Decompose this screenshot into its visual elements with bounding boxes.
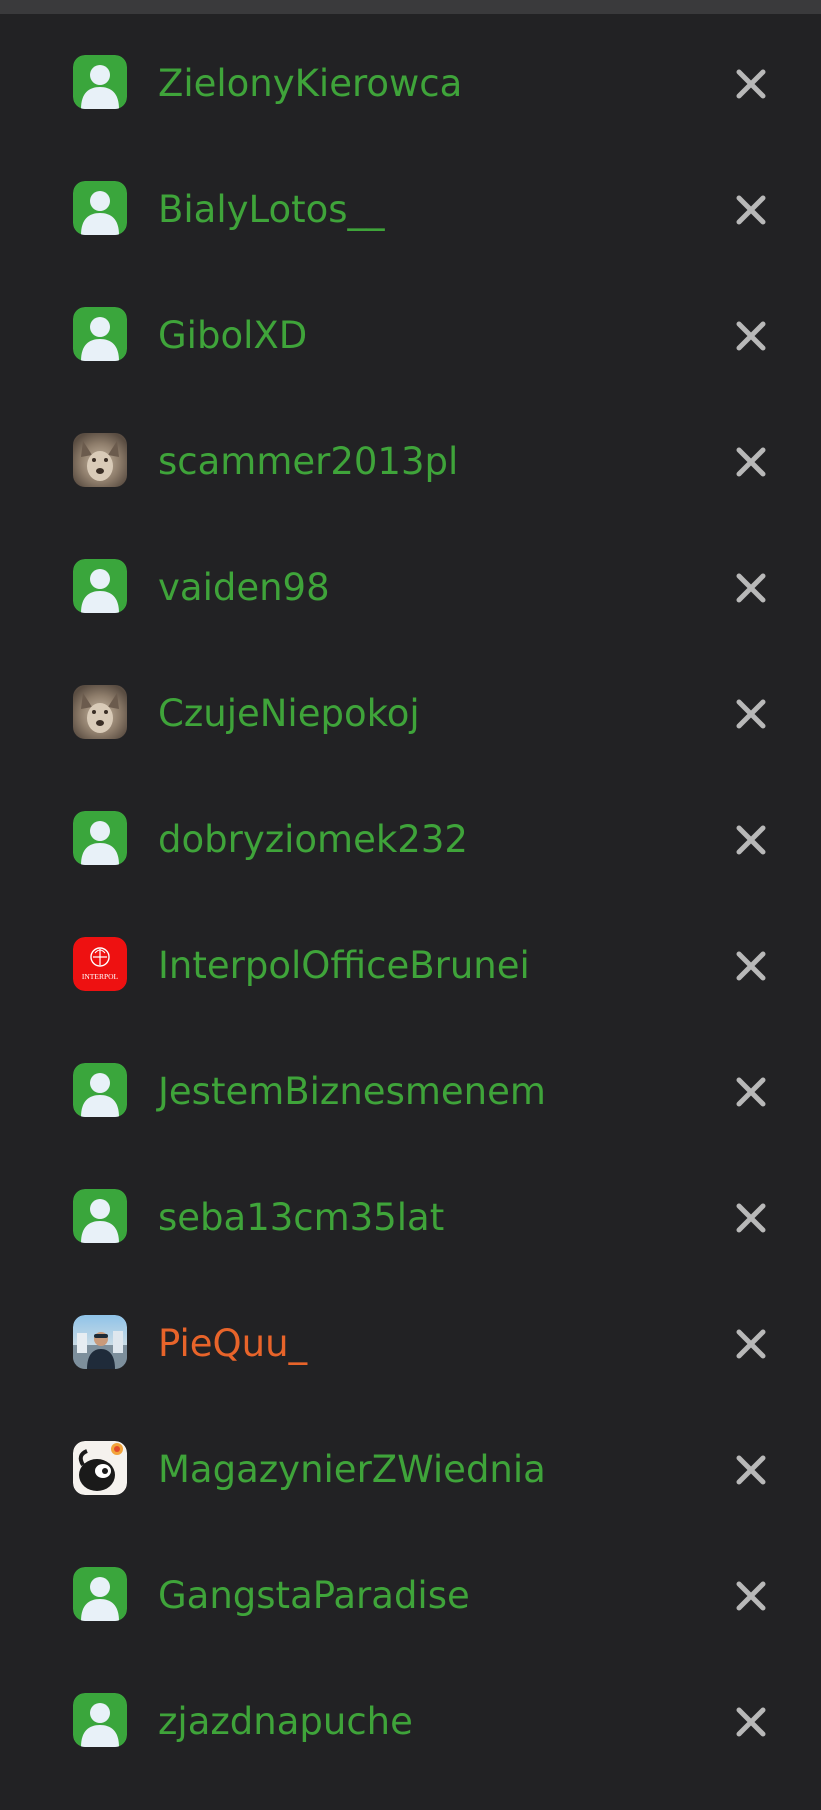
default-avatar-icon: [73, 1693, 127, 1747]
remove-user-button[interactable]: [725, 1198, 777, 1238]
remove-user-button[interactable]: [725, 64, 777, 104]
username-label: CzujeNiepokoj: [158, 692, 420, 735]
user-list: ZielonyKierowca BialyLotos__ GibolXD sca…: [0, 21, 821, 1785]
close-icon: [736, 1707, 766, 1737]
username-label: seba13cm35lat: [158, 1196, 445, 1239]
remove-user-button[interactable]: [725, 316, 777, 356]
default-avatar-icon: [73, 559, 127, 613]
remove-user-button[interactable]: [725, 568, 777, 608]
close-icon: [736, 69, 766, 99]
close-icon: [736, 951, 766, 981]
username-label: MagazynierZWiednia: [158, 1448, 546, 1491]
list-item[interactable]: dobryziomek232: [0, 777, 821, 903]
close-icon: [736, 447, 766, 477]
remove-user-button[interactable]: [725, 820, 777, 860]
remove-user-button[interactable]: [725, 1702, 777, 1742]
list-item[interactable]: vaiden98: [0, 525, 821, 651]
username-label: InterpolOfficeBrunei: [158, 944, 530, 987]
username-label: dobryziomek232: [158, 818, 468, 861]
username-label: ZielonyKierowca: [158, 62, 463, 105]
default-avatar-icon: [73, 1063, 127, 1117]
username-label: PieQuu_: [158, 1322, 308, 1365]
close-icon: [736, 699, 766, 729]
interpol-logo-avatar: INTERPOL: [73, 937, 127, 991]
username-label: JestemBiznesmenem: [158, 1070, 546, 1113]
username-label: vaiden98: [158, 566, 330, 609]
username-label: GangstaParadise: [158, 1574, 470, 1617]
close-icon: [736, 1329, 766, 1359]
list-item[interactable]: JestemBiznesmenem: [0, 1029, 821, 1155]
list-item[interactable]: GibolXD: [0, 273, 821, 399]
wolf-photo-avatar: [73, 685, 127, 739]
close-icon: [736, 573, 766, 603]
list-item[interactable]: PieQuu_: [0, 1281, 821, 1407]
wolf-photo-avatar: [73, 433, 127, 487]
remove-user-button[interactable]: [725, 1072, 777, 1112]
close-icon: [736, 1077, 766, 1107]
remove-user-button[interactable]: [725, 190, 777, 230]
list-item[interactable]: scammer2013pl: [0, 399, 821, 525]
default-avatar-icon: [73, 1189, 127, 1243]
top-status-bar: [0, 0, 821, 14]
remove-user-button[interactable]: [725, 442, 777, 482]
cartoon-photo-avatar: [73, 1441, 127, 1495]
person-photo-avatar: [73, 1315, 127, 1369]
username-label: scammer2013pl: [158, 440, 459, 483]
close-icon: [736, 1455, 766, 1485]
default-avatar-icon: [73, 811, 127, 865]
default-avatar-icon: [73, 307, 127, 361]
username-label: zjazdnapuche: [158, 1700, 413, 1743]
list-item[interactable]: seba13cm35lat: [0, 1155, 821, 1281]
close-icon: [736, 825, 766, 855]
list-item[interactable]: ZielonyKierowca: [0, 21, 821, 147]
remove-user-button[interactable]: [725, 1576, 777, 1616]
remove-user-button[interactable]: [725, 1324, 777, 1364]
list-item[interactable]: zjazdnapuche: [0, 1659, 821, 1785]
list-item[interactable]: INTERPOL InterpolOfficeBrunei: [0, 903, 821, 1029]
list-item[interactable]: CzujeNiepokoj: [0, 651, 821, 777]
username-label: GibolXD: [158, 314, 308, 357]
list-item[interactable]: MagazynierZWiednia: [0, 1407, 821, 1533]
list-item[interactable]: GangstaParadise: [0, 1533, 821, 1659]
default-avatar-icon: [73, 181, 127, 235]
close-icon: [736, 1581, 766, 1611]
close-icon: [736, 1203, 766, 1233]
remove-user-button[interactable]: [725, 694, 777, 734]
close-icon: [736, 195, 766, 225]
remove-user-button[interactable]: [725, 1450, 777, 1490]
username-label: BialyLotos__: [158, 188, 385, 231]
list-item[interactable]: BialyLotos__: [0, 147, 821, 273]
svg-text:INTERPOL: INTERPOL: [82, 972, 119, 981]
close-icon: [736, 321, 766, 351]
default-avatar-icon: [73, 55, 127, 109]
default-avatar-icon: [73, 1567, 127, 1621]
remove-user-button[interactable]: [725, 946, 777, 986]
